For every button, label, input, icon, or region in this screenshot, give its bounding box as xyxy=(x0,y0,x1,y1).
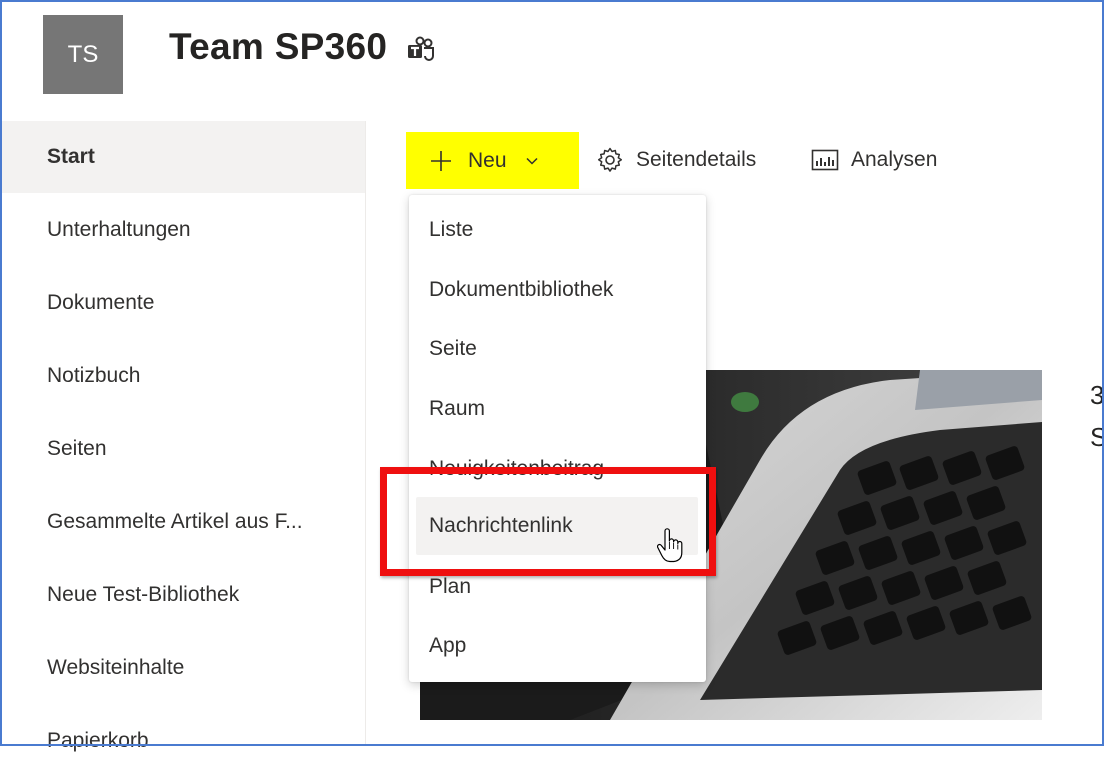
site-logo[interactable]: TS xyxy=(43,15,123,94)
nav-item-unterhaltungen[interactable]: Unterhaltungen xyxy=(0,193,365,266)
chevron-down-icon xyxy=(526,157,538,165)
site-logo-initials: TS xyxy=(67,40,99,68)
left-navigation: Start Unterhaltungen Dokumente Notizbuch… xyxy=(0,121,366,752)
nav-item-gesammelte-artikel[interactable]: Gesammelte Artikel aus F... xyxy=(0,485,365,558)
page-details-label: Seitendetails xyxy=(636,148,757,171)
content-text-fragment-1: 3 xyxy=(1090,380,1104,410)
new-button[interactable]: Neu xyxy=(406,132,579,189)
nav-item-start[interactable]: Start xyxy=(0,121,365,193)
new-button-label: Neu xyxy=(468,148,507,172)
nav-item-papierkorb[interactable]: Papierkorb xyxy=(0,704,365,777)
menu-item-dokumentbibliothek[interactable]: Dokumentbibliothek xyxy=(409,261,706,319)
menu-item-seite[interactable]: Seite xyxy=(409,320,706,378)
plus-icon xyxy=(431,150,451,171)
menu-item-app[interactable]: App xyxy=(409,617,706,675)
menu-item-raum[interactable]: Raum xyxy=(409,380,706,438)
new-dropdown-menu: Liste Dokumentbibliothek Seite Raum Neui… xyxy=(409,195,706,682)
nav-item-neue-test-bibliothek[interactable]: Neue Test-Bibliothek xyxy=(0,558,365,631)
page-details-button[interactable]: Seitendetails xyxy=(596,140,756,180)
nav-item-dokumente[interactable]: Dokumente xyxy=(0,266,365,339)
nav-item-websiteinhalte[interactable]: Websiteinhalte xyxy=(0,631,365,704)
gear-icon xyxy=(597,147,623,172)
site-title[interactable]: Team SP360 xyxy=(169,26,387,68)
analytics-button[interactable]: Analysen xyxy=(811,140,937,180)
nav-item-notizbuch[interactable]: Notizbuch xyxy=(0,339,365,412)
hand-cursor-icon xyxy=(657,528,683,563)
teams-icon[interactable] xyxy=(406,36,436,64)
analytics-label: Analysen xyxy=(851,148,938,171)
content-text-fragment-2: S xyxy=(1090,422,1104,452)
analytics-icon xyxy=(811,149,839,171)
nav-item-seiten[interactable]: Seiten xyxy=(0,412,365,485)
menu-item-liste[interactable]: Liste xyxy=(409,201,706,259)
